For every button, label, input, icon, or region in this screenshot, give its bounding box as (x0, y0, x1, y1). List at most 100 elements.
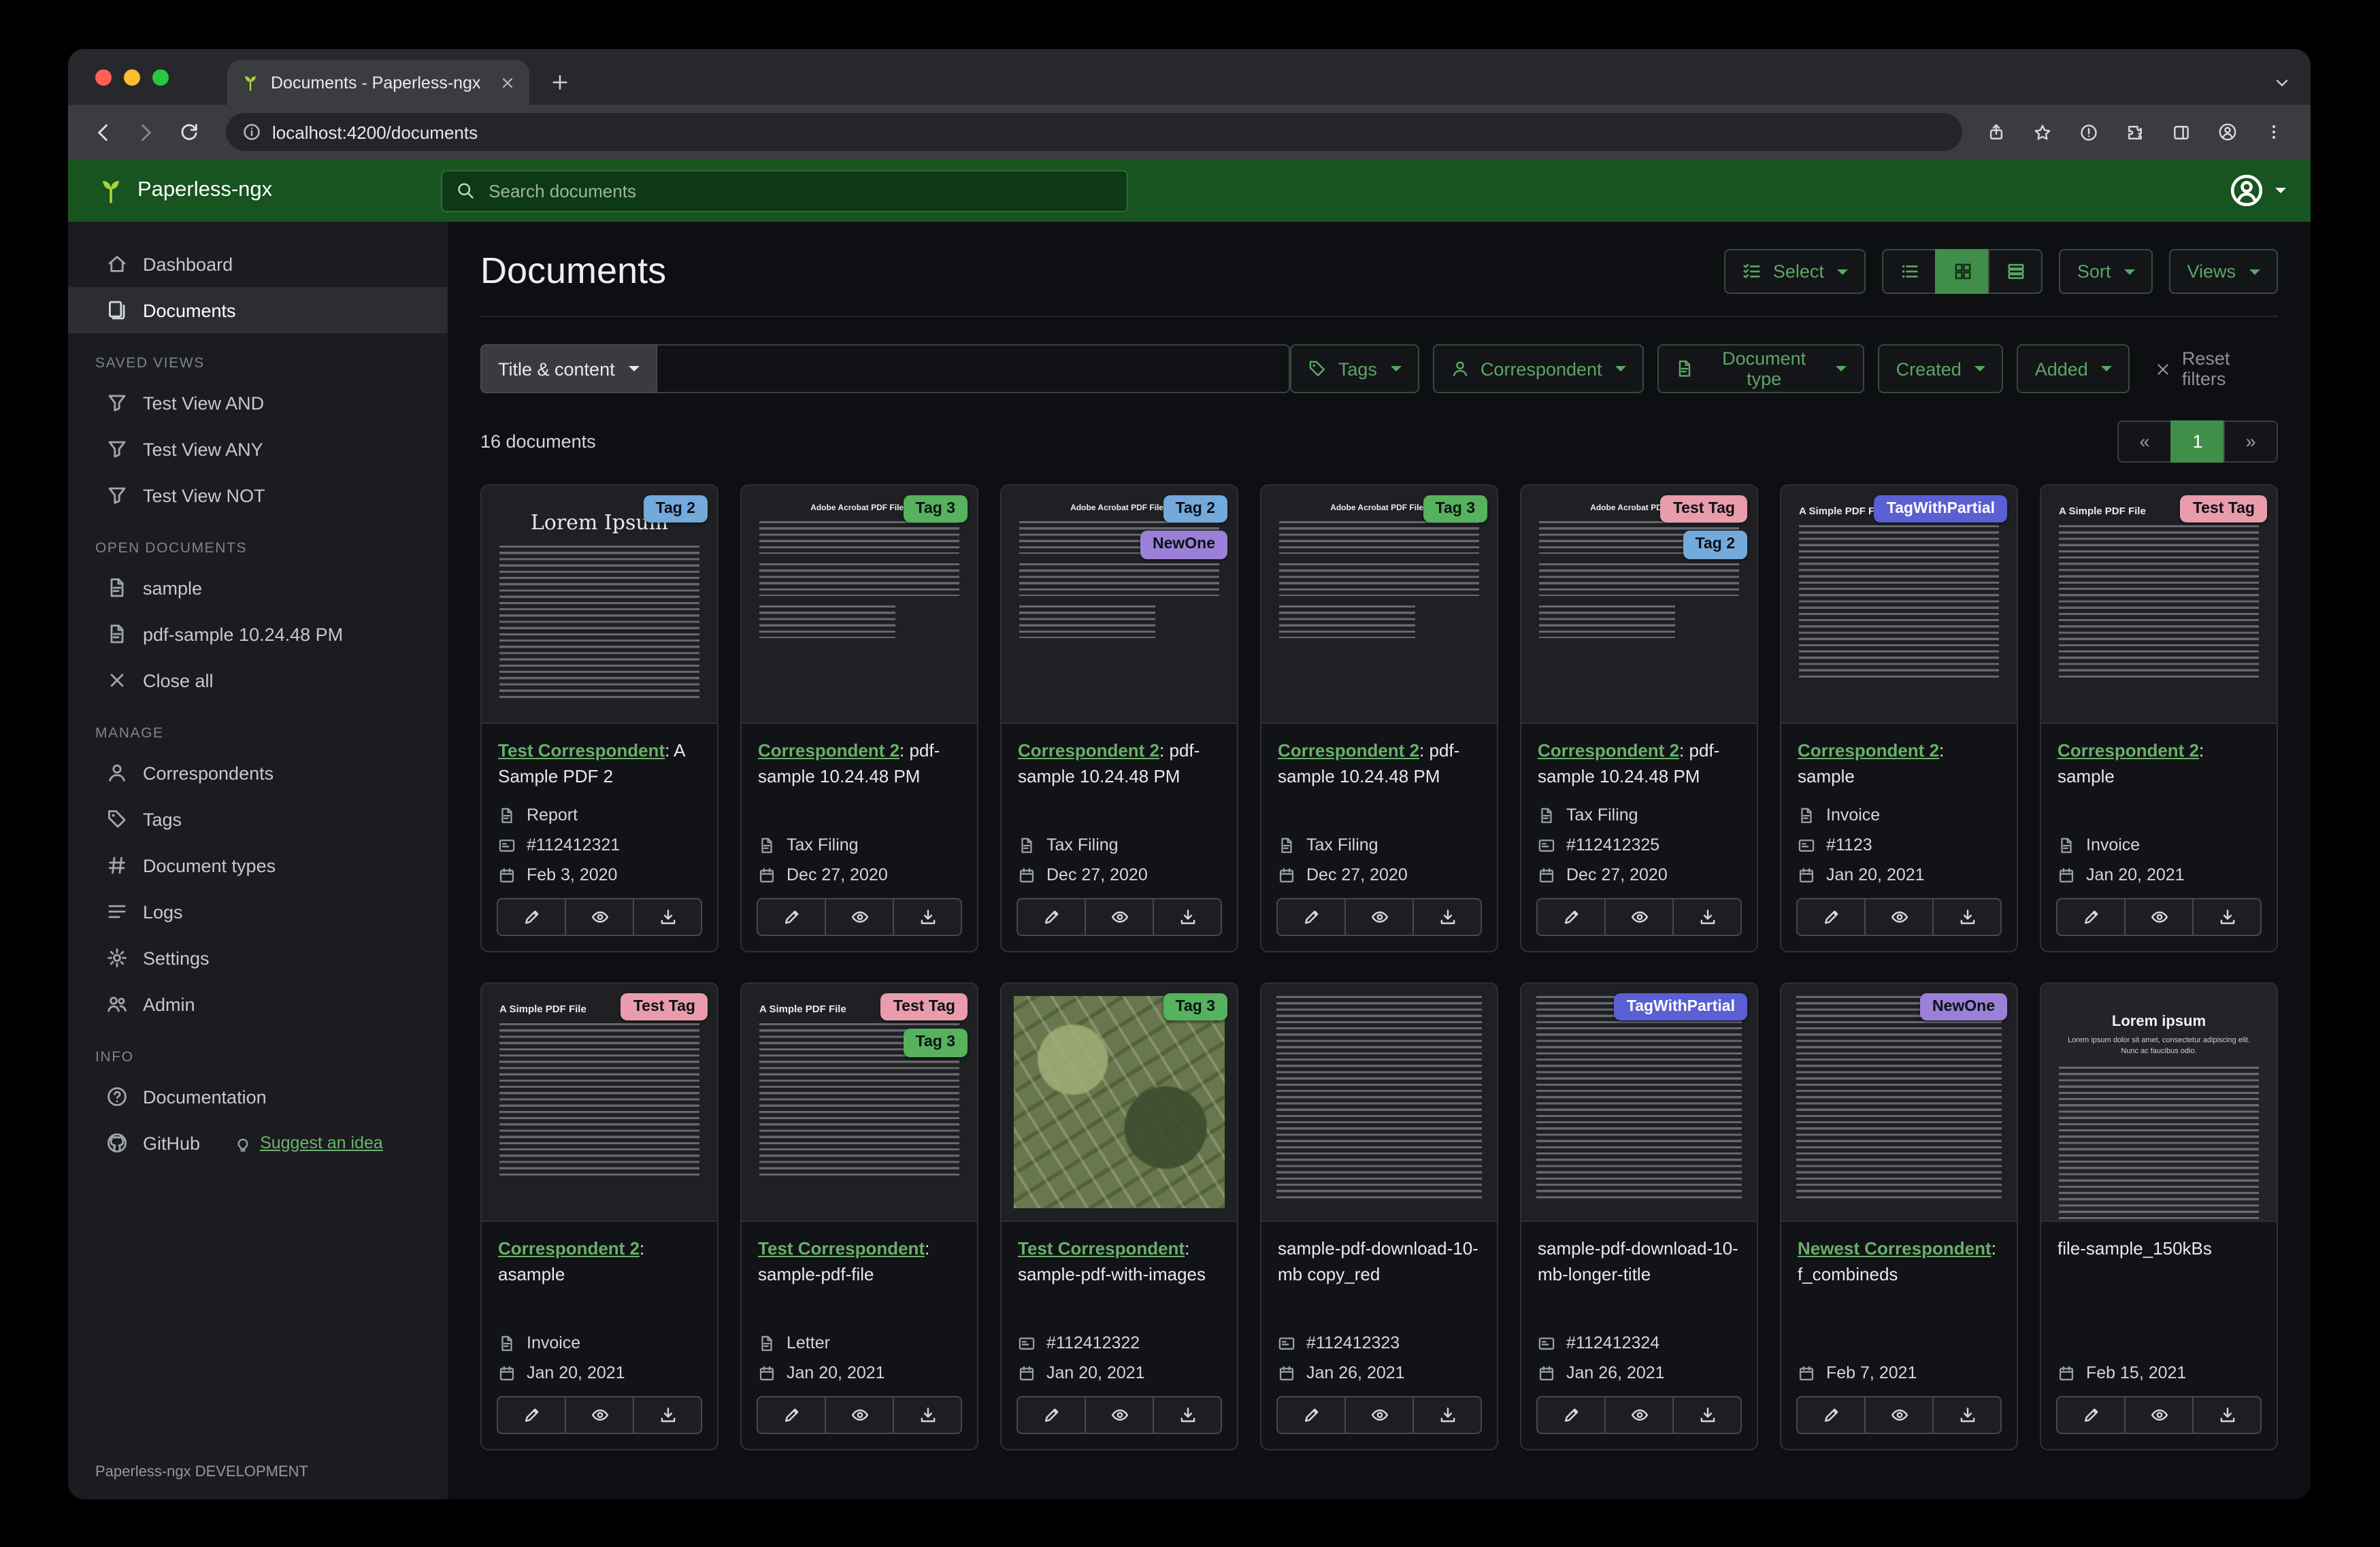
view-button[interactable] (1864, 898, 1934, 936)
side-panel-icon[interactable] (2164, 114, 2199, 150)
share-icon[interactable] (1979, 114, 2014, 150)
download-button[interactable] (633, 1396, 702, 1434)
menu-kebab-icon[interactable] (2256, 114, 2292, 150)
filter-added-button[interactable]: Added (2017, 344, 2130, 393)
sidebar-item-tags[interactable]: Tags (68, 796, 448, 842)
sidebar-item-test-view-not[interactable]: Test View NOT (68, 472, 448, 518)
bookmark-star-icon[interactable] (2025, 114, 2060, 150)
profile-icon[interactable] (2210, 114, 2245, 150)
document-thumbnail[interactable]: A Simple PDF File Test Tag (2041, 486, 2277, 724)
filter-correspondent-button[interactable]: Correspondent (1432, 344, 1644, 393)
document-card[interactable]: A Simple PDF File Test Tag Correspondent 2… (2040, 484, 2278, 952)
document-card[interactable]: A Simple PDF File Test Tag Correspondent 2… (480, 982, 718, 1450)
sidebar-item-pdf-sample-10-24-48-pm[interactable]: pdf-sample 10.24.48 PM (68, 611, 448, 657)
document-thumbnail[interactable]: A Simple PDF File TagWithPartial (1781, 486, 2017, 724)
download-button[interactable] (893, 1396, 962, 1434)
detail-view-button[interactable] (1988, 249, 2043, 294)
download-button[interactable] (1672, 898, 1742, 936)
reload-button[interactable] (169, 112, 210, 152)
correspondent-link[interactable]: Correspondent 2 (1018, 740, 1159, 761)
minimize-window-button[interactable] (124, 69, 140, 86)
tag-badge[interactable]: Tag 2 (1163, 495, 1227, 523)
search-input[interactable] (486, 179, 1114, 202)
tag-badge[interactable]: Tag 2 (1683, 531, 1747, 559)
pagination-prev-button[interactable]: « (2117, 420, 2172, 463)
tag-badge[interactable]: Tag 3 (903, 1029, 968, 1057)
download-button[interactable] (1412, 1396, 1482, 1434)
reset-filters-button[interactable]: Reset filters (2155, 348, 2278, 389)
document-card[interactable]: Tag 3 Test Correspondent: sample-pdf-with… (1000, 982, 1238, 1450)
zoom-window-button[interactable] (152, 69, 169, 86)
download-button[interactable] (2192, 1396, 2262, 1434)
edit-button[interactable] (1276, 898, 1346, 936)
document-card[interactable]: Lorem Ipsum Tag 2 Test Correspondent: A Sa… (480, 484, 718, 952)
document-thumbnail[interactable] (1261, 984, 1497, 1222)
forward-button[interactable] (125, 112, 166, 152)
view-button[interactable] (2124, 898, 2194, 936)
document-thumbnail[interactable]: Lorem Ipsum Tag 2 (482, 486, 717, 724)
download-button[interactable] (1412, 898, 1482, 936)
sidebar-item-settings[interactable]: Settings (68, 935, 448, 981)
sidebar-item-close-all[interactable]: Close all (68, 657, 448, 703)
download-button[interactable] (1932, 898, 2002, 936)
browser-tab[interactable]: Documents - Paperless-ngx (227, 60, 529, 105)
close-window-button[interactable] (95, 69, 112, 86)
sidebar-item-documentation[interactable]: Documentation (68, 1074, 448, 1120)
tag-badge[interactable]: Tag 2 (643, 495, 708, 523)
grid-view-button[interactable] (1935, 249, 1990, 294)
account-menu[interactable] (2229, 173, 2311, 208)
edit-button[interactable] (1536, 898, 1606, 936)
correspondent-link[interactable]: Correspondent 2 (1278, 740, 1419, 761)
view-button[interactable] (1085, 898, 1154, 936)
document-thumbnail[interactable]: TagWithPartial (1521, 984, 1757, 1222)
view-button[interactable] (565, 898, 634, 936)
correspondent-link[interactable]: Correspondent 2 (498, 1238, 640, 1259)
document-card[interactable]: NewOne Newest Correspondent: f_combineds F… (1780, 982, 2018, 1450)
sidebar-item-sample[interactable]: sample (68, 565, 448, 611)
global-search[interactable] (441, 169, 1129, 212)
tag-badge[interactable]: Test Tag (880, 993, 968, 1021)
view-button[interactable] (1604, 1396, 1674, 1434)
view-button[interactable] (1344, 898, 1414, 936)
document-card[interactable]: TagWithPartial sample-pdf-download-10-mb-… (1520, 982, 1758, 1450)
tag-badge[interactable]: Test Tag (621, 993, 708, 1021)
view-button[interactable] (1864, 1396, 1934, 1434)
correspondent-link[interactable]: Test Correspondent (1018, 1238, 1185, 1259)
download-button[interactable] (1672, 1396, 1742, 1434)
filter-field-button[interactable]: Title & content (480, 344, 657, 393)
tag-badge[interactable]: Tag 3 (1163, 993, 1227, 1021)
new-tab-button[interactable] (543, 65, 576, 98)
download-button[interactable] (1153, 1396, 1222, 1434)
site-info-icon[interactable] (242, 122, 261, 142)
document-thumbnail[interactable]: Adobe Acrobat PDF Files Tag 2 NewOne (1002, 486, 1237, 724)
tag-badge[interactable]: Test Tag (2180, 495, 2267, 523)
views-button[interactable]: Views (2169, 249, 2278, 294)
filter-created-button[interactable]: Created (1878, 344, 2004, 393)
tag-badge[interactable]: NewOne (1140, 531, 1227, 559)
document-thumbnail[interactable]: Tag 3 (1002, 984, 1237, 1222)
edit-button[interactable] (2056, 898, 2126, 936)
view-button[interactable] (2124, 1396, 2194, 1434)
sidebar-item-test-view-any[interactable]: Test View ANY (68, 426, 448, 472)
filter-text-input[interactable] (657, 344, 1291, 393)
edit-button[interactable] (1796, 898, 1866, 936)
document-card[interactable]: A Simple PDF File TagWithPartial Correspon… (1780, 484, 2018, 952)
edit-button[interactable] (757, 1396, 826, 1434)
edit-button[interactable] (1017, 898, 1086, 936)
tag-badge[interactable]: Tag 3 (903, 495, 968, 523)
download-button[interactable] (633, 898, 702, 936)
app-brand[interactable]: Paperless-ngx (97, 176, 272, 205)
correspondent-link[interactable]: Newest Correspondent (1798, 1238, 1991, 1259)
document-card[interactable]: Adobe Acrobat PDF Files Test Tag Tag 2 Corr… (1520, 484, 1758, 952)
filter-document-type-button[interactable]: Document type (1657, 344, 1865, 393)
view-button[interactable] (1085, 1396, 1154, 1434)
sidebar-item-admin[interactable]: Admin (68, 981, 448, 1027)
sidebar-item-correspondents[interactable]: Correspondents (68, 750, 448, 796)
document-card[interactable]: Adobe Acrobat PDF Files Tag 2 NewOne Corres… (1000, 484, 1238, 952)
correspondent-link[interactable]: Correspondent 2 (1798, 740, 1939, 761)
list-view-button[interactable] (1882, 249, 1937, 294)
document-thumbnail[interactable]: Lorem ipsum Lorem ipsum dolor sit amet, c… (2041, 984, 2277, 1222)
document-thumbnail[interactable]: A Simple PDF File Test Tag (482, 984, 717, 1222)
download-button[interactable] (893, 898, 962, 936)
download-button[interactable] (1932, 1396, 2002, 1434)
